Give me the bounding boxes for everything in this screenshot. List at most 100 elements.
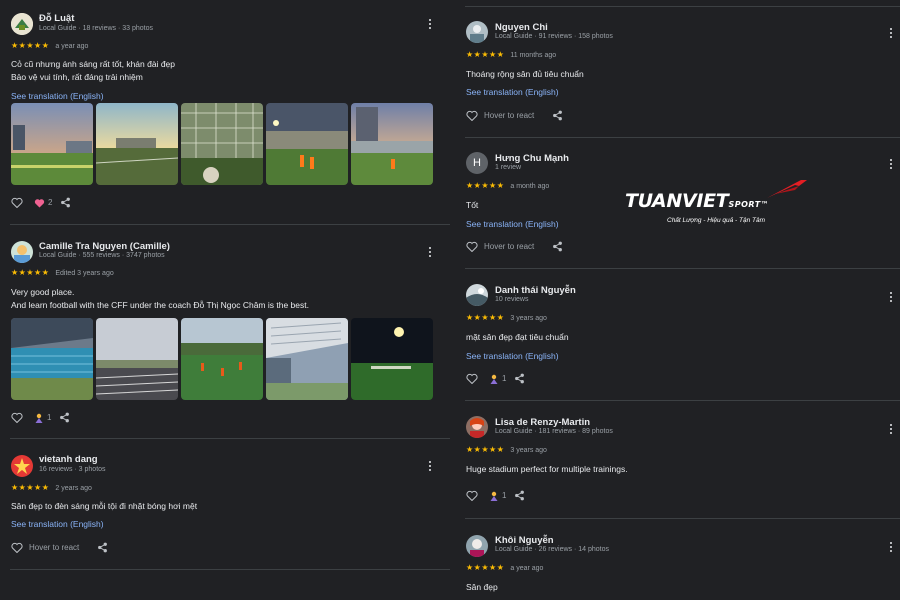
review-date: 11 months ago xyxy=(510,52,557,59)
see-translation-link[interactable]: See translation (English) xyxy=(466,351,559,361)
see-translation-link[interactable]: See translation (English) xyxy=(11,91,104,101)
review-text: mặt sân đẹp đạt tiêu chuẩn xyxy=(466,332,569,342)
share-icon[interactable] xyxy=(60,197,71,208)
hover-to-react: Hover to react xyxy=(29,543,80,552)
review-photo[interactable] xyxy=(11,318,93,400)
like-icon[interactable] xyxy=(466,373,478,384)
clap-reaction-icon[interactable] xyxy=(34,413,44,423)
reviewer-meta: Local Guide · 18 reviews · 33 photos xyxy=(39,25,154,32)
review-actions: 2 xyxy=(11,197,71,208)
hover-to-react: Hover to react xyxy=(484,111,535,120)
review-text: Sân đẹp xyxy=(466,582,498,592)
review-photo[interactable] xyxy=(96,103,178,185)
share-icon[interactable] xyxy=(59,412,70,423)
review-photos xyxy=(11,318,433,400)
avatar[interactable]: H xyxy=(466,152,488,174)
see-translation-link[interactable]: See translation (English) xyxy=(466,219,559,229)
review-text: Tốt xyxy=(466,200,479,210)
clap-reaction-icon[interactable] xyxy=(489,374,499,384)
more-options-icon[interactable] xyxy=(425,17,435,31)
reaction-count: 2 xyxy=(48,198,53,207)
review-date: 2 years ago xyxy=(55,485,92,492)
reviewer-name[interactable]: Hưng Chu Mạnh xyxy=(495,153,569,164)
reviewer-name[interactable]: vietanh dang xyxy=(39,454,98,465)
review-card: Khôi Nguyễn Local Guide · 26 reviews · 1… xyxy=(455,518,900,600)
avatar[interactable] xyxy=(466,416,488,438)
review-actions: Hover to react xyxy=(11,542,108,553)
reviewer-name[interactable]: Khôi Nguyễn xyxy=(495,535,554,546)
like-icon[interactable] xyxy=(466,110,478,121)
review-text: Very good place. And learn football with… xyxy=(11,287,309,310)
reviewer-meta: Local Guide · 26 reviews · 14 photos xyxy=(495,546,610,553)
share-icon[interactable] xyxy=(552,110,563,121)
review-photo[interactable] xyxy=(266,318,348,400)
logo-swoosh-icon xyxy=(767,180,807,198)
review-actions: Hover to react xyxy=(466,110,563,121)
avatar[interactable] xyxy=(11,13,33,35)
more-options-icon[interactable] xyxy=(886,422,896,436)
share-icon[interactable] xyxy=(514,490,525,501)
rating-stars: ★★★★★ a month ago xyxy=(466,181,550,190)
review-photo[interactable] xyxy=(181,103,263,185)
review-actions: 1 xyxy=(466,490,525,501)
love-reaction-icon[interactable] xyxy=(34,198,45,208)
like-icon[interactable] xyxy=(466,241,478,252)
reviewer-meta: Local Guide · 181 reviews · 89 photos xyxy=(495,428,613,435)
like-icon[interactable] xyxy=(466,490,478,501)
review-text: Cỏ cũ nhưng ánh sáng rất tốt, khán đài đ… xyxy=(11,59,175,82)
share-icon[interactable] xyxy=(97,542,108,553)
rating-stars: ★★★★★ a year ago xyxy=(11,41,89,50)
review-photo[interactable] xyxy=(11,103,93,185)
avatar[interactable] xyxy=(466,284,488,306)
review-date: a year ago xyxy=(510,565,544,572)
review-actions: Hover to react xyxy=(466,241,563,252)
see-translation-link[interactable]: See translation (English) xyxy=(11,519,104,529)
reaction-count: 1 xyxy=(502,491,507,500)
reviewer-meta: Local Guide · 555 reviews · 3747 photos xyxy=(39,252,165,259)
review-date: a month ago xyxy=(510,183,550,190)
reviewer-name[interactable]: Danh thái Nguyễn xyxy=(495,285,576,296)
review-photo[interactable] xyxy=(266,103,348,185)
more-options-icon[interactable] xyxy=(886,157,896,171)
see-translation-link[interactable]: See translation (English) xyxy=(466,87,559,97)
review-text: Sân đẹp to đèn sáng mỗi tội đi nhặt bóng… xyxy=(11,501,198,511)
like-icon[interactable] xyxy=(11,197,23,208)
review-photo[interactable] xyxy=(351,318,433,400)
share-icon[interactable] xyxy=(514,373,525,384)
review-photos xyxy=(11,103,433,185)
rating-stars: ★★★★★ 11 months ago xyxy=(466,50,557,59)
reviewer-name[interactable]: Camille Tra Nguyen (Camille) xyxy=(39,241,170,252)
review-date: 3 years ago xyxy=(510,315,547,322)
avatar[interactable] xyxy=(466,21,488,43)
more-options-icon[interactable] xyxy=(886,26,896,40)
rating-stars: ★★★★★ 3 years ago xyxy=(466,313,547,322)
more-options-icon[interactable] xyxy=(425,459,435,473)
review-photo[interactable] xyxy=(96,318,178,400)
more-options-icon[interactable] xyxy=(886,290,896,304)
review-card: vietanh dang 16 reviews · 3 photos ★★★★★… xyxy=(0,439,450,570)
reviewer-name[interactable]: Lisa de Renzy-Martin xyxy=(495,417,590,428)
like-icon[interactable] xyxy=(11,412,23,423)
like-icon[interactable] xyxy=(11,542,23,553)
avatar[interactable] xyxy=(11,241,33,263)
review-card: Danh thái Nguyễn 10 reviews ★★★★★ 3 years… xyxy=(455,268,900,401)
logo-wordmark: TUANVIETSPORT™ xyxy=(625,190,770,212)
review-photo[interactable] xyxy=(351,103,433,185)
rating-stars: ★★★★★ 2 years ago xyxy=(11,483,92,492)
review-text: Huge stadium perfect for multiple traini… xyxy=(466,464,628,474)
avatar[interactable] xyxy=(466,535,488,557)
avatar[interactable] xyxy=(11,455,33,477)
rating-stars: ★★★★★ 3 years ago xyxy=(466,445,547,454)
more-options-icon[interactable] xyxy=(886,540,896,554)
share-icon[interactable] xyxy=(552,241,563,252)
review-actions: 1 xyxy=(466,373,525,384)
reaction-count: 1 xyxy=(47,413,52,422)
reviewer-name[interactable]: Đỗ Luật xyxy=(39,13,74,24)
review-text: Thoáng rộng sân đủ tiêu chuẩn xyxy=(466,69,584,79)
reviewer-name[interactable]: Nguyen Chi xyxy=(495,22,548,33)
clap-reaction-icon[interactable] xyxy=(489,491,499,501)
more-options-icon[interactable] xyxy=(425,245,435,259)
review-photo[interactable] xyxy=(181,318,263,400)
review-card: Nguyen Chi Local Guide · 91 reviews · 15… xyxy=(455,6,900,138)
logo-tagline: Chất Lượng - Hiệu quả - Tận Tâm xyxy=(667,217,766,224)
